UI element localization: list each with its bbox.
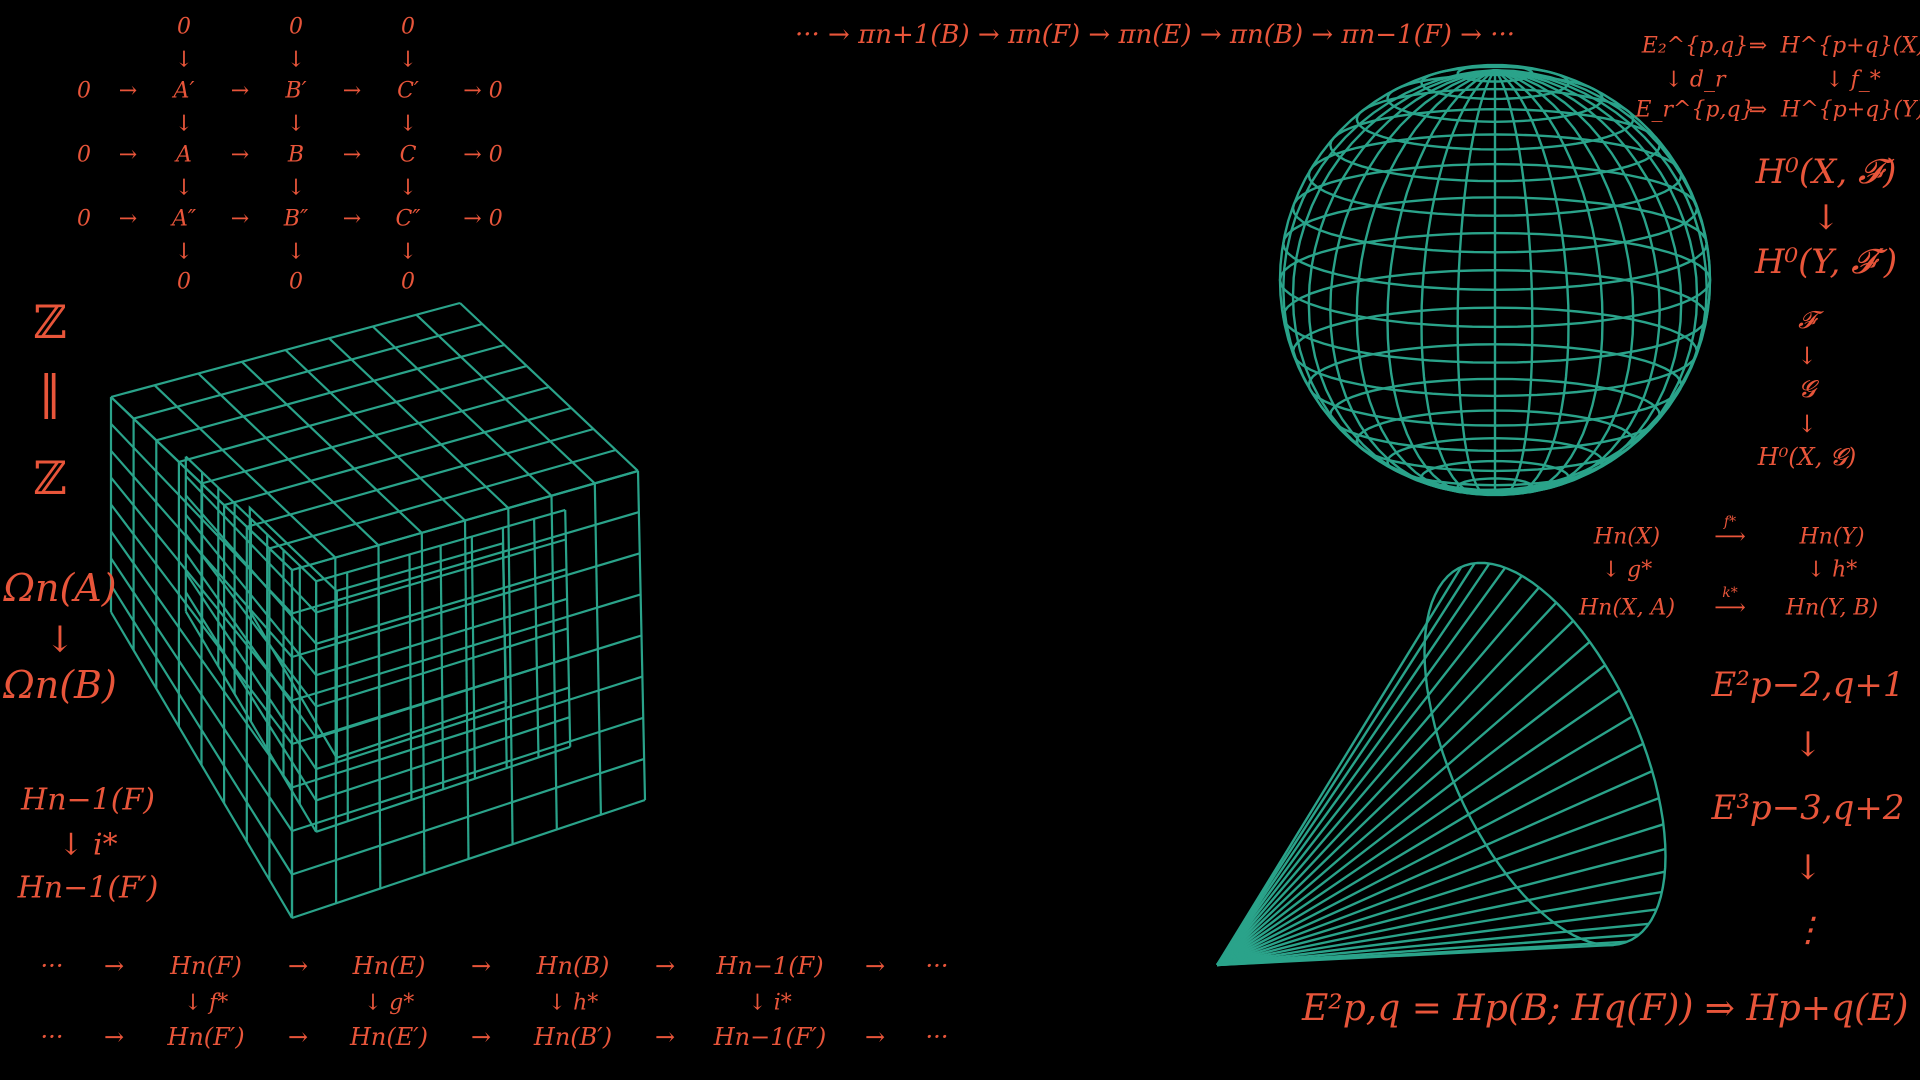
spec-e2: E³p−3,q+2 xyxy=(1711,788,1905,828)
spec-e1: E²p−2,q+1 xyxy=(1711,665,1905,705)
spectral-column: E²p−2,q+1 ↓ E³p−3,q+2 ↓ ⋮ xyxy=(0,0,1920,960)
ladder-r3-c5: → xyxy=(470,1023,492,1051)
spec-a2: ↓ xyxy=(1793,848,1823,888)
ladder-r3-c9: → xyxy=(864,1023,886,1051)
ladder-r3-c7: → xyxy=(654,1023,676,1051)
ladder-r3-c8: Hn−1(F′) xyxy=(713,1023,827,1051)
ladder-r3-c2: Hn(F′) xyxy=(167,1023,245,1051)
ladder-r2-c6: ↓ h* xyxy=(547,990,599,1016)
serre-spectral-sequence: E²p,q = Hp(B; Hq(F)) ⇒ Hp+q(E) xyxy=(1302,988,1909,1029)
ladder-r3-c10: ··· xyxy=(925,1023,949,1051)
ladder-r3-c0: ··· xyxy=(40,1023,64,1051)
ladder-r3-c1: → xyxy=(103,1023,125,1051)
spec-a1: ↓ xyxy=(1793,725,1823,765)
ladder-r2-c4: ↓ g* xyxy=(363,990,415,1016)
spec-dots: ⋮ xyxy=(1791,910,1825,950)
ladder-r3-c3: → xyxy=(287,1023,309,1051)
ladder-r2-c8: ↓ i* xyxy=(748,990,792,1016)
ladder-r2-c2: ↓ f* xyxy=(183,990,229,1016)
ladder-r3-c6: Hn(B′) xyxy=(533,1023,613,1051)
ladder-r3-c4: Hn(E′) xyxy=(349,1023,429,1051)
